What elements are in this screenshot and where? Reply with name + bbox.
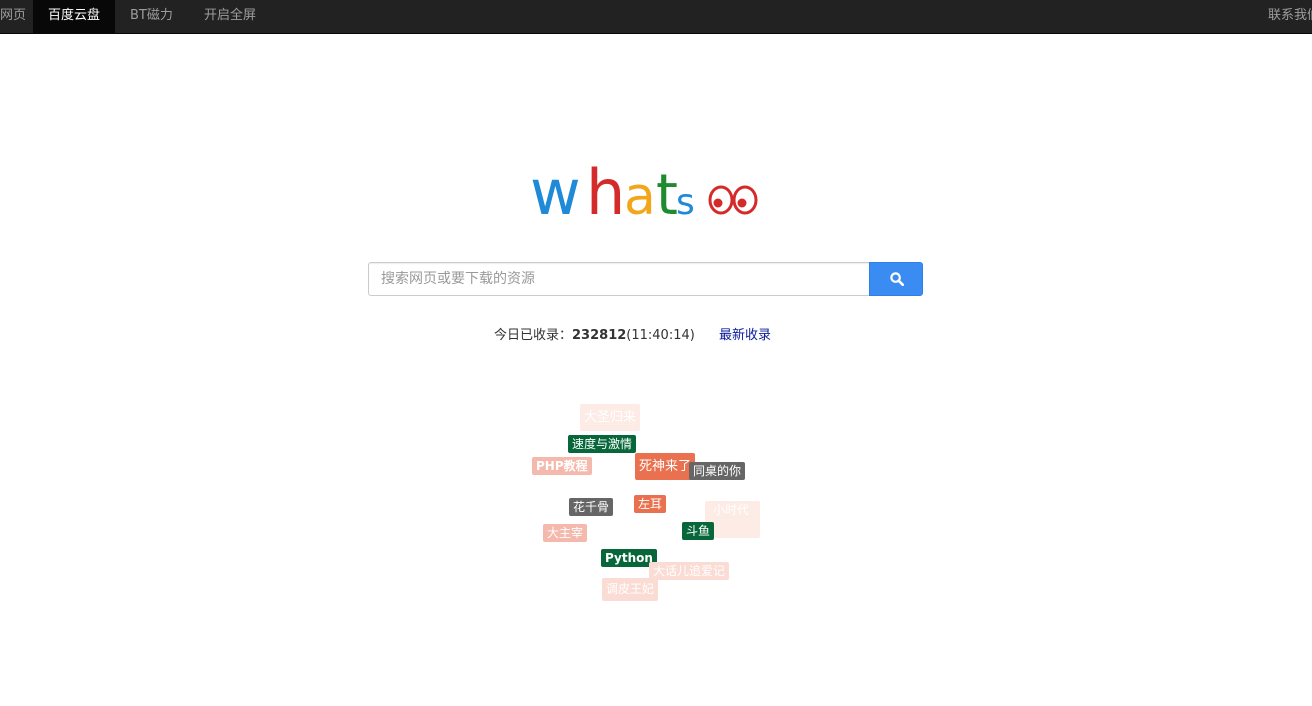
tag-item[interactable]: 调皮王妃 (602, 578, 659, 601)
top-navbar: 网页 百度云盘 BT磁力 开启全屏 联系我们 (0, 0, 1312, 34)
nav-item-bt-magnet[interactable]: BT磁力 (115, 0, 188, 33)
search-form (368, 262, 923, 296)
tag-item[interactable]: PHP教程 (532, 457, 592, 475)
tag-item[interactable]: 斗鱼 (682, 522, 715, 540)
logo-letter-w: w (530, 156, 581, 226)
tag-item[interactable]: 速度与激情 (568, 435, 637, 453)
stats-time: (11:40:14) (626, 328, 695, 343)
nav-item-contact[interactable]: 联系我们 (1268, 0, 1312, 33)
tag-item[interactable]: 大话儿追爱记 (649, 562, 730, 580)
nav-item-baidu-pan[interactable]: 百度云盘 (33, 0, 115, 33)
logo-left-pupil (713, 198, 723, 208)
tag-item[interactable]: 大主宰 (543, 524, 588, 542)
tag-item[interactable]: 同桌的你 (689, 462, 746, 480)
latest-indexed-link[interactable]: 最新收录 (719, 326, 771, 346)
logo-right-pupil (737, 198, 747, 208)
tag-item[interactable]: 左耳 (634, 495, 667, 513)
search-button[interactable] (869, 262, 923, 296)
logo-letter-s: s (676, 182, 695, 223)
logo-letter-t: t (656, 163, 678, 226)
search-input[interactable] (368, 262, 869, 296)
stats-label: 今日已收录： (494, 328, 573, 343)
search-icon (890, 272, 904, 286)
nav-item-fullscreen[interactable]: 开启全屏 (189, 0, 271, 33)
today-indexed-stats: 今日已收录：232812(11:40:14) (494, 326, 695, 346)
tag-item[interactable]: 大圣归来 (580, 404, 641, 431)
logo-letter-a: a (624, 167, 656, 226)
tag-item[interactable]: 花千骨 (569, 498, 614, 516)
whats-logo: w h a t s (530, 156, 758, 226)
logo-letter-h: h (586, 156, 625, 226)
stats-count: 232812 (572, 328, 627, 343)
tag-item[interactable]: 死神来了 (635, 453, 696, 480)
